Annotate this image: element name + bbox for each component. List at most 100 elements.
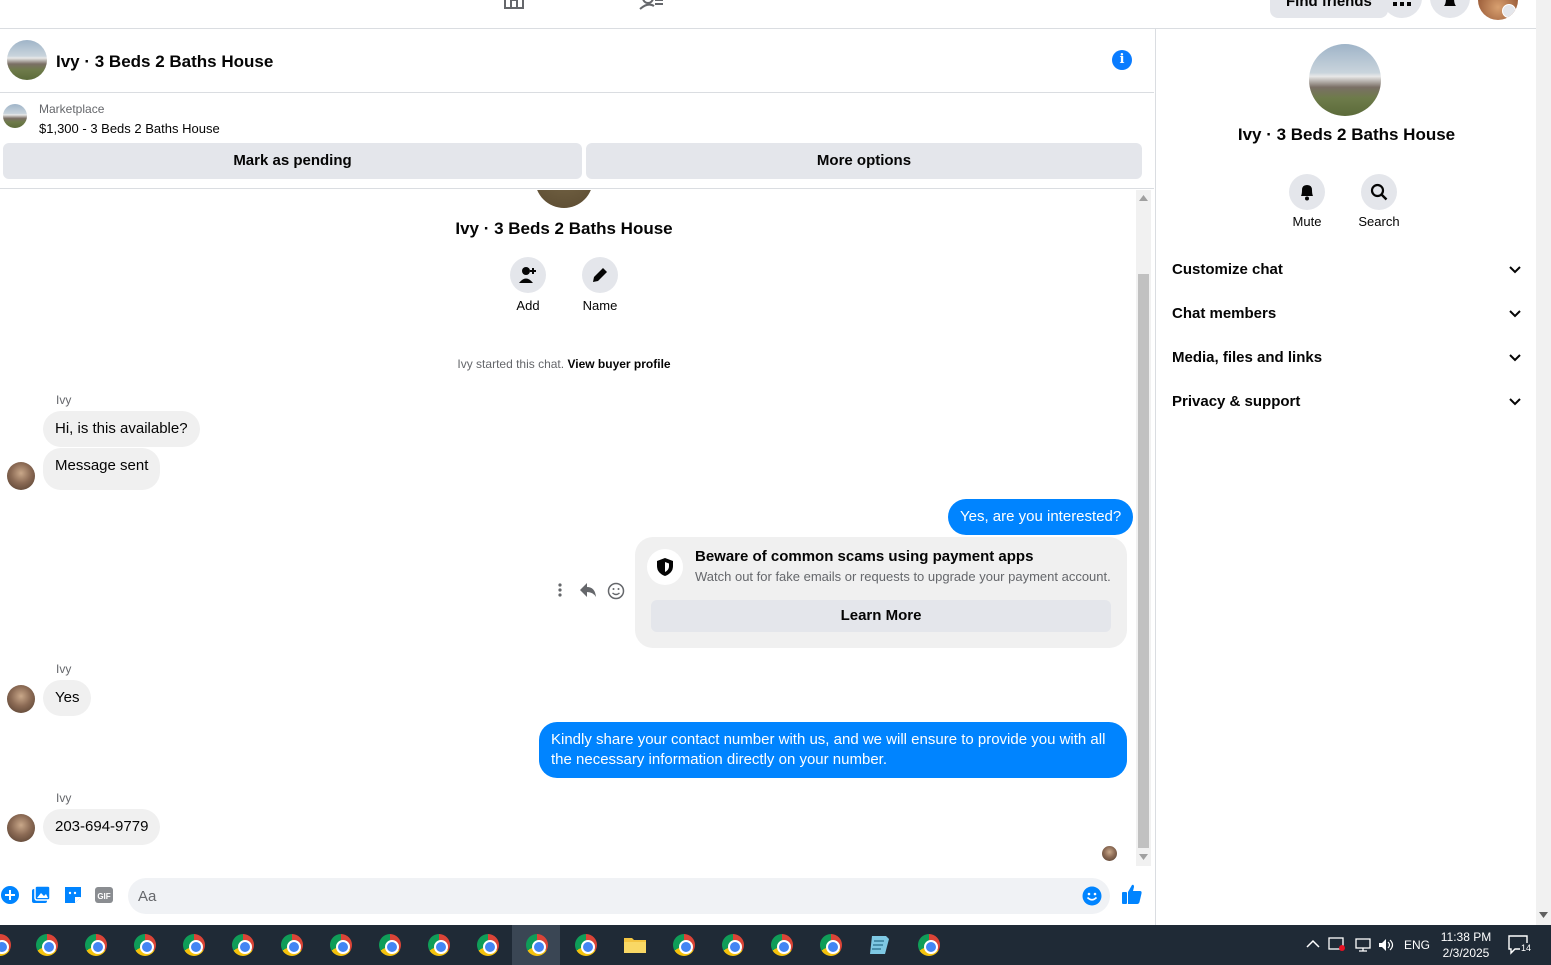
notification-count-badge: 14 (1520, 943, 1533, 953)
search-label: Search (1358, 214, 1400, 229)
pencil-icon (593, 268, 607, 282)
taskbar-app[interactable] (474, 931, 502, 959)
section-label: Privacy & support (1172, 393, 1301, 410)
sender-avatar[interactable] (7, 814, 35, 842)
chat-scrollbar-thumb[interactable] (1138, 274, 1149, 848)
network-icon[interactable] (1354, 937, 1372, 953)
security-tray-icon[interactable] (1328, 936, 1346, 952)
windows-taskbar: ENG 11:38 PM 2/3/2025 14 (0, 925, 1551, 965)
sender-name: Ivy (56, 393, 72, 407)
chat-members-section[interactable]: Chat members (1172, 303, 1522, 339)
message-bubble[interactable]: 203-694-9779 (43, 809, 161, 845)
message-bubble-sent[interactable]: Kindly share your contact number with us… (539, 722, 1127, 778)
notifications-button[interactable] (1430, 0, 1470, 18)
mark-as-pending-button[interactable]: Mark as pending (3, 143, 582, 179)
taskbar-app[interactable] (523, 931, 551, 959)
volume-icon[interactable] (1377, 937, 1395, 953)
plus-icon[interactable] (0, 885, 20, 905)
emoji-icon[interactable] (1082, 886, 1102, 906)
taskbar-app[interactable] (376, 931, 404, 959)
react-emoji-icon[interactable] (607, 582, 625, 600)
notification-center-button[interactable]: 14 (1508, 935, 1533, 955)
taskbar-app[interactable] (915, 931, 943, 959)
message-composer: GIF (0, 866, 1154, 925)
conversation-details-panel: Ivy · 3 Beds 2 Baths House Mute Search C… (1155, 29, 1536, 925)
info-icon[interactable]: i (1112, 50, 1132, 70)
account-avatar[interactable] (1478, 0, 1518, 20)
bell-icon (1301, 185, 1313, 201)
media-files-links-section[interactable]: Media, files and links (1172, 347, 1522, 383)
details-title: Ivy · 3 Beds 2 Baths House (1237, 125, 1456, 144)
customize-chat-section[interactable]: Customize chat (1172, 259, 1522, 295)
started-text: Ivy started this chat. (457, 357, 565, 371)
chat-scrollbar[interactable] (1136, 190, 1151, 866)
details-avatar[interactable] (1309, 44, 1381, 116)
scam-warning-subtitle: Watch out for fake emails or requests to… (695, 569, 1111, 584)
listing-thumbnail[interactable] (3, 104, 27, 128)
sender-avatar[interactable] (7, 685, 35, 713)
chevron-down-icon (1509, 266, 1521, 274)
privacy-support-section[interactable]: Privacy & support (1172, 391, 1522, 427)
taskbar-app[interactable] (572, 931, 600, 959)
more-options-button[interactable]: More options (586, 143, 1142, 179)
scroll-down-icon[interactable] (1139, 854, 1148, 860)
thumbs-up-icon[interactable] (1121, 883, 1143, 905)
system-clock[interactable]: 11:38 PM 2/3/2025 (1438, 929, 1494, 961)
sender-avatar[interactable] (7, 462, 35, 490)
chevron-up-icon[interactable] (1306, 939, 1320, 949)
sticker-icon[interactable] (63, 885, 83, 905)
chevron-down-icon (1502, 4, 1516, 18)
marketplace-icon[interactable] (501, 0, 527, 10)
message-bubble[interactable]: Message sent (43, 448, 161, 490)
message-bubble[interactable]: Yes (43, 680, 92, 716)
section-label: Chat members (1172, 305, 1277, 322)
page-scrollbar[interactable] (1536, 0, 1551, 925)
taskbar-app[interactable] (33, 931, 61, 959)
search-button[interactable] (1361, 174, 1397, 210)
add-button[interactable] (510, 257, 546, 293)
message-bubble[interactable]: Hi, is this available? (43, 411, 200, 447)
taskbar-app[interactable] (719, 931, 747, 959)
taskbar-app[interactable] (82, 931, 110, 959)
taskbar-app[interactable] (670, 931, 698, 959)
notepad-icon[interactable] (866, 931, 894, 959)
scroll-up-icon[interactable] (1139, 195, 1148, 201)
find-friends-button[interactable]: Find friends (1270, 0, 1388, 18)
taskbar-app[interactable] (0, 931, 14, 959)
thread-avatar (535, 190, 593, 208)
learn-more-button[interactable]: Learn More (651, 600, 1111, 632)
view-buyer-profile-link[interactable]: View buyer profile (567, 357, 670, 371)
taskbar-app[interactable] (278, 931, 306, 959)
taskbar-app[interactable] (180, 931, 208, 959)
taskbar-app[interactable] (327, 931, 355, 959)
chat-avatar[interactable] (7, 40, 47, 80)
taskbar-app[interactable] (229, 931, 257, 959)
gif-icon[interactable]: GIF (94, 885, 114, 905)
name-button[interactable] (582, 257, 618, 293)
chevron-down-icon (1509, 354, 1521, 362)
chat-title[interactable]: Ivy · 3 Beds 2 Baths House (56, 52, 273, 72)
language-indicator[interactable]: ENG (1404, 925, 1430, 965)
thread-title: Ivy · 3 Beds 2 Baths House (455, 219, 673, 238)
message-bubble-sent[interactable]: Yes, are you interested? (948, 499, 1134, 535)
reply-icon[interactable] (579, 582, 597, 598)
mute-button[interactable] (1289, 174, 1325, 210)
message-input[interactable] (138, 878, 1068, 914)
top-navigation-bar: Find friends (0, 0, 1536, 29)
taskbar-app[interactable] (768, 931, 796, 959)
photo-icon[interactable] (31, 885, 51, 905)
more-vertical-icon[interactable] (555, 582, 565, 598)
apps-menu-button[interactable] (1382, 0, 1422, 18)
chevron-down-icon (1509, 310, 1521, 318)
listing-title[interactable]: $1,300 - 3 Beds 2 Baths House (39, 121, 220, 136)
clock-time: 11:38 PM (1440, 930, 1492, 944)
taskbar-app[interactable] (131, 931, 159, 959)
scroll-down-icon[interactable] (1539, 912, 1548, 918)
chat-header: Ivy · 3 Beds 2 Baths House i (0, 29, 1154, 93)
add-label: Add (516, 298, 540, 313)
friends-icon[interactable] (638, 0, 664, 10)
taskbar-app[interactable] (425, 931, 453, 959)
taskbar-app[interactable] (817, 931, 845, 959)
file-explorer-icon[interactable] (621, 931, 649, 959)
marketplace-label: Marketplace (39, 102, 105, 116)
